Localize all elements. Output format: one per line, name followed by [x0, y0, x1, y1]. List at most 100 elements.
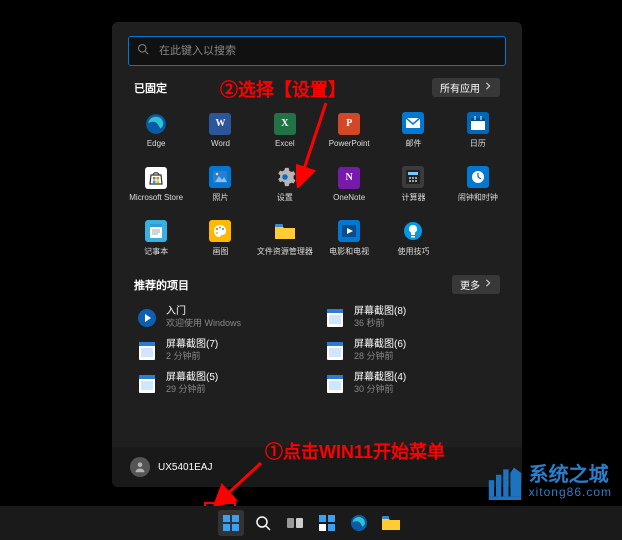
app-label: 计算器: [401, 192, 425, 203]
file-icon: [324, 340, 346, 362]
app-calculator[interactable]: 计算器: [381, 157, 445, 211]
app-label: 照片: [212, 192, 228, 203]
app-label: Edge: [147, 139, 166, 148]
avatar[interactable]: [130, 457, 150, 477]
start-menu: 已固定 所有应用 EdgeW WordX ExcelP PowerPoint 邮…: [112, 22, 522, 487]
recommended-title: 推荐的项目: [134, 277, 189, 293]
watermark: 系统之城 xitong86.com: [487, 464, 612, 500]
taskbar: [0, 506, 622, 540]
pinned-header: 已固定 所有应用: [134, 78, 500, 97]
calculator-icon: [402, 166, 424, 188]
watermark-logo-icon: [487, 464, 523, 500]
recommended-shot4[interactable]: 屏幕截图(4) 30 分钟前: [322, 368, 500, 399]
user-bar: UX5401EAJ: [112, 447, 522, 487]
app-settings[interactable]: 设置: [253, 157, 317, 211]
more-button[interactable]: 更多: [452, 275, 500, 294]
app-label: Microsoft Store: [129, 193, 183, 202]
powerpoint-icon: P: [338, 113, 360, 135]
recommended-shot6[interactable]: 屏幕截图(6) 28 分钟前: [322, 335, 500, 366]
recommended-subtitle: 2 分钟前: [166, 351, 218, 362]
file-icon: [136, 340, 158, 362]
watermark-title: 系统之城: [529, 465, 612, 485]
app-label: PowerPoint: [329, 139, 370, 148]
recommended-subtitle: 36 秒前: [354, 318, 406, 329]
app-label: 使用技巧: [397, 246, 429, 257]
recommended-title: 屏幕截图(8): [354, 306, 406, 318]
app-paint[interactable]: 画图: [188, 211, 252, 265]
recommended-title: 入门: [166, 306, 241, 318]
ms-store-icon: [145, 167, 167, 189]
file-icon: [136, 307, 158, 329]
app-tips[interactable]: 使用技巧: [381, 211, 445, 265]
app-label: 画图: [212, 246, 228, 257]
taskbar-taskview-button[interactable]: [282, 510, 308, 536]
mail-icon: [402, 112, 424, 134]
app-label: 日历: [470, 138, 486, 149]
tips-icon: [402, 220, 424, 242]
explorer-icon: [274, 220, 296, 242]
word-icon: W: [209, 113, 231, 135]
recommended-subtitle: 欢迎使用 Windows: [166, 318, 241, 329]
app-notepad[interactable]: 记事本: [124, 211, 188, 265]
taskview-icon: [287, 516, 303, 530]
recommended-shot7[interactable]: 屏幕截图(7) 2 分钟前: [134, 335, 312, 366]
app-label: 电影和电视: [329, 246, 369, 257]
app-movies-tv[interactable]: 电影和电视: [317, 211, 381, 265]
app-label: Excel: [275, 139, 295, 148]
recommended-grid: 入门 欢迎使用 Windows 屏幕截图(8) 36 秒前 屏幕截图(7) 2 …: [134, 302, 500, 399]
app-label: 记事本: [144, 246, 168, 257]
all-apps-button[interactable]: 所有应用: [432, 78, 500, 97]
search-input[interactable]: [157, 44, 497, 58]
app-label: 闹钟和时钟: [458, 192, 498, 203]
app-ms-store[interactable]: Microsoft Store: [124, 157, 188, 211]
edge-icon: [145, 113, 167, 135]
app-clock[interactable]: 闹钟和时钟: [446, 157, 510, 211]
app-edge[interactable]: Edge: [124, 103, 188, 157]
app-onenote[interactable]: N OneNote: [317, 157, 381, 211]
recommended-subtitle: 29 分钟前: [166, 384, 218, 395]
app-mail[interactable]: 邮件: [381, 103, 445, 157]
folder-icon: [382, 516, 400, 530]
app-word[interactable]: W Word: [188, 103, 252, 157]
app-explorer[interactable]: 文件资源管理器: [253, 211, 317, 265]
recommended-shot5[interactable]: 屏幕截图(5) 29 分钟前: [134, 368, 312, 399]
widgets-icon: [319, 515, 335, 531]
clock-icon: [467, 166, 489, 188]
search-icon: [137, 42, 157, 60]
app-powerpoint[interactable]: P PowerPoint: [317, 103, 381, 157]
taskbar-start-button[interactable]: [218, 510, 244, 536]
edge-icon: [350, 514, 368, 532]
recommended-title: 屏幕截图(4): [354, 372, 406, 384]
movies-tv-icon: [338, 220, 360, 242]
app-label: 设置: [277, 192, 293, 203]
pinned-title: 已固定: [134, 80, 167, 96]
photos-icon: [209, 166, 231, 188]
watermark-url: xitong86.com: [529, 485, 612, 499]
taskbar-explorer-button[interactable]: [378, 510, 404, 536]
recommended-get-started[interactable]: 入门 欢迎使用 Windows: [134, 302, 312, 333]
search-box[interactable]: [128, 36, 506, 66]
search-icon: [255, 515, 271, 531]
paint-icon: [209, 220, 231, 242]
recommended-subtitle: 28 分钟前: [354, 351, 406, 362]
file-icon: [324, 307, 346, 329]
recommended-shot8[interactable]: 屏幕截图(8) 36 秒前: [322, 302, 500, 333]
app-photos[interactable]: 照片: [188, 157, 252, 211]
taskbar-search-button[interactable]: [250, 510, 276, 536]
taskbar-edge-button[interactable]: [346, 510, 372, 536]
calendar-icon: [467, 112, 489, 134]
settings-icon: [274, 166, 296, 188]
app-calendar[interactable]: 日历: [446, 103, 510, 157]
recommended-subtitle: 30 分钟前: [354, 384, 406, 395]
username: UX5401EAJ: [158, 462, 212, 473]
app-label: Word: [211, 139, 230, 148]
onenote-icon: N: [338, 167, 360, 189]
pinned-apps-grid: EdgeW WordX ExcelP PowerPoint 邮件 日历 Micr…: [124, 103, 510, 265]
taskbar-widgets-button[interactable]: [314, 510, 340, 536]
app-label: OneNote: [333, 193, 365, 202]
recommended-title: 屏幕截图(6): [354, 339, 406, 351]
app-excel[interactable]: X Excel: [253, 103, 317, 157]
file-icon: [324, 373, 346, 395]
file-icon: [136, 373, 158, 395]
recommended-title: 屏幕截图(5): [166, 372, 218, 384]
